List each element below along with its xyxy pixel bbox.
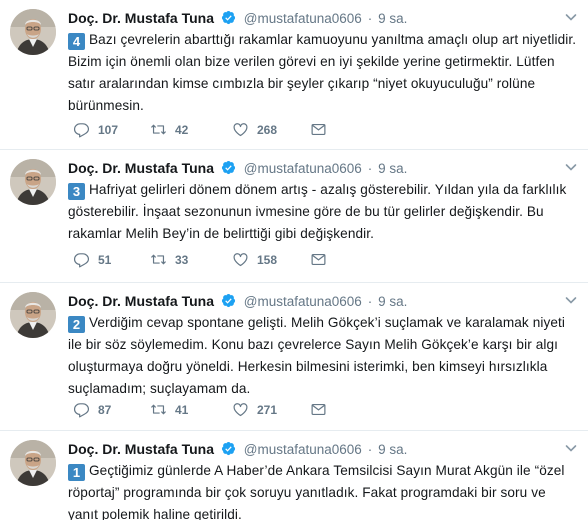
direct-message-button[interactable]: [310, 251, 327, 269]
verified-badge-icon: [221, 441, 235, 456]
tweet-text-content: Verdiğim cevap spontane gelişti. Melih G…: [68, 315, 566, 396]
tweet-text: 2 Verdiğim cevap spontane gelişti. Melih …: [68, 312, 578, 400]
retweet-icon: [151, 404, 166, 415]
tweet-card[interactable]: Doç. Dr. Mustafa Tuna @mustafatuna0606 ·…: [0, 283, 588, 431]
timestamp[interactable]: 9 sa.: [378, 442, 407, 457]
like-icon: [233, 123, 248, 137]
avatar[interactable]: [10, 159, 56, 205]
retweet-count: 33: [175, 253, 189, 267]
tweet-text: 3 Hafriyat gelirleri dönem dönem artış - …: [68, 179, 578, 245]
tweet-text-content: Hafriyat gelirleri dönem dönem artış - a…: [68, 182, 567, 241]
separator-dot: ·: [367, 442, 373, 457]
timestamp[interactable]: 9 sa.: [378, 11, 407, 26]
author-handle[interactable]: @mustafatuna0606: [244, 161, 362, 176]
direct-message-button[interactable]: [310, 121, 327, 139]
tweet-header: Doç. Dr. Mustafa Tuna @mustafatuna0606 ·…: [68, 439, 578, 459]
reply-count: 51: [98, 253, 112, 267]
avatar-image: [10, 292, 56, 338]
avatar-image: [10, 9, 56, 55]
tweet-actions: 107 42 268: [68, 121, 368, 139]
like-count: 158: [257, 253, 278, 267]
like-button[interactable]: 158: [232, 251, 277, 269]
like-count: 268: [257, 123, 278, 137]
timestamp[interactable]: 9 sa.: [378, 161, 407, 176]
tweet-card[interactable]: Doç. Dr. Mustafa Tuna @mustafatuna0606 ·…: [0, 0, 588, 150]
number-keycap: 1: [68, 464, 85, 481]
tweet-card[interactable]: Doç. Dr. Mustafa Tuna @mustafatuna0606 ·…: [0, 150, 588, 283]
tweet-header: Doç. Dr. Mustafa Tuna @mustafatuna0606 ·…: [68, 291, 578, 311]
verified-badge-icon: [221, 10, 235, 25]
tweet-card[interactable]: Doç. Dr. Mustafa Tuna @mustafatuna0606 ·…: [0, 431, 588, 520]
number-keycap: 2: [68, 316, 85, 333]
avatar[interactable]: [10, 9, 56, 55]
author-name[interactable]: Doç. Dr. Mustafa Tuna: [68, 441, 214, 457]
avatar[interactable]: [10, 440, 56, 486]
retweet-button[interactable]: 42: [150, 121, 188, 139]
like-icon: [233, 403, 248, 417]
direct-message-icon: [311, 123, 326, 136]
like-button[interactable]: 268: [232, 121, 277, 139]
separator-dot: ·: [367, 11, 373, 26]
tweet-header: Doç. Dr. Mustafa Tuna @mustafatuna0606 ·…: [68, 8, 578, 28]
reply-button[interactable]: 51: [73, 251, 111, 269]
chevron-down-icon[interactable]: [564, 10, 578, 24]
author-name[interactable]: Doç. Dr. Mustafa Tuna: [68, 160, 214, 176]
number-keycap: 3: [68, 183, 85, 200]
chevron-down-icon[interactable]: [564, 160, 578, 174]
tweet-header: Doç. Dr. Mustafa Tuna @mustafatuna0606 ·…: [68, 158, 578, 178]
tweet-body: Doç. Dr. Mustafa Tuna @mustafatuna0606 ·…: [68, 8, 578, 117]
tweet-actions: 87 41 271: [68, 401, 368, 419]
tweet-body: Doç. Dr. Mustafa Tuna @mustafatuna0606 ·…: [68, 291, 578, 400]
tweet-text-content: Bazı çevrelerin abarttığı rakamlar kamuo…: [68, 32, 577, 113]
retweet-button[interactable]: 41: [150, 401, 188, 419]
tweet-text: 1 Geçtiğimiz günlerde A Haber’de Ankara T…: [68, 460, 578, 520]
timestamp[interactable]: 9 sa.: [378, 294, 407, 309]
direct-message-icon: [311, 253, 326, 266]
direct-message-icon: [311, 403, 326, 416]
retweet-button[interactable]: 33: [150, 251, 188, 269]
reply-count: 87: [98, 403, 112, 417]
author-name[interactable]: Doç. Dr. Mustafa Tuna: [68, 10, 214, 26]
chevron-down-icon[interactable]: [564, 441, 578, 455]
direct-message-button[interactable]: [310, 401, 327, 419]
number-keycap: 4: [68, 33, 85, 50]
separator-dot: ·: [367, 294, 373, 309]
reply-button[interactable]: 87: [73, 401, 111, 419]
tweet-actions: 51 33 158: [68, 251, 368, 269]
tweet-text-content: Geçtiğimiz günlerde A Haber’de Ankara Te…: [68, 463, 565, 520]
reply-icon: [73, 403, 90, 418]
retweet-icon: [151, 254, 166, 265]
avatar-image: [10, 159, 56, 205]
author-handle[interactable]: @mustafatuna0606: [244, 11, 362, 26]
avatar-image: [10, 440, 56, 486]
author-handle[interactable]: @mustafatuna0606: [244, 442, 362, 457]
verified-badge-icon: [221, 160, 235, 175]
tweet-body: Doç. Dr. Mustafa Tuna @mustafatuna0606 ·…: [68, 439, 578, 520]
retweet-count: 41: [175, 403, 189, 417]
tweet-body: Doç. Dr. Mustafa Tuna @mustafatuna0606 ·…: [68, 158, 578, 245]
reply-icon: [73, 123, 90, 138]
chevron-down-icon[interactable]: [564, 293, 578, 307]
author-name[interactable]: Doç. Dr. Mustafa Tuna: [68, 293, 214, 309]
avatar[interactable]: [10, 292, 56, 338]
like-icon: [233, 253, 248, 267]
tweet-text: 4 Bazı çevrelerin abarttığı rakamlar kamu…: [68, 29, 578, 117]
like-count: 271: [257, 403, 278, 417]
verified-badge-icon: [221, 293, 235, 308]
retweet-count: 42: [175, 123, 189, 137]
timeline: Doç. Dr. Mustafa Tuna @mustafatuna0606 ·…: [0, 0, 588, 520]
reply-icon: [73, 253, 90, 268]
reply-button[interactable]: 107: [73, 121, 118, 139]
retweet-icon: [151, 124, 166, 135]
like-button[interactable]: 271: [232, 401, 277, 419]
author-handle[interactable]: @mustafatuna0606: [244, 294, 362, 309]
reply-count: 107: [98, 123, 119, 137]
separator-dot: ·: [367, 161, 373, 176]
